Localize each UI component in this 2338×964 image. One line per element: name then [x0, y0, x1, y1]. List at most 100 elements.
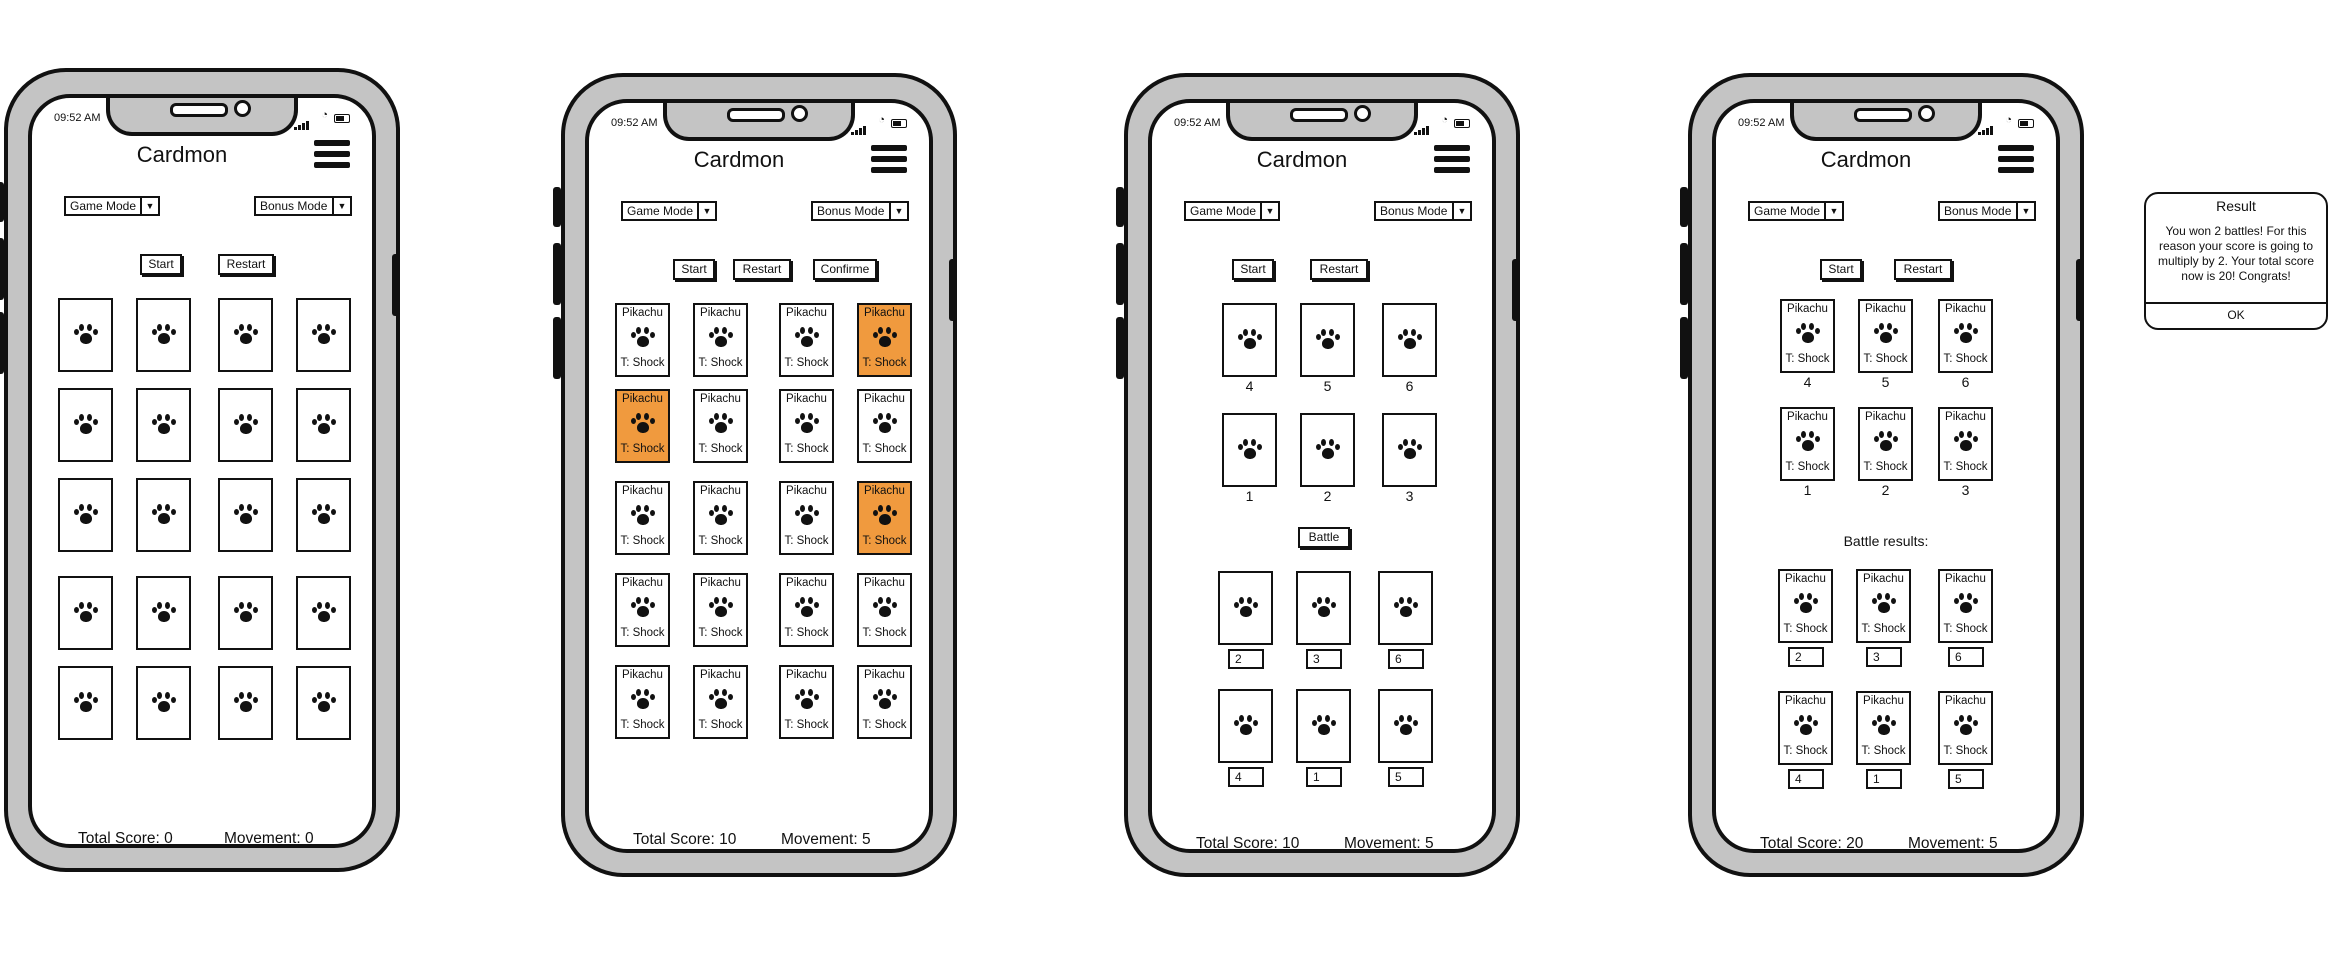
card[interactable]: [1378, 689, 1433, 763]
confirm-button[interactable]: Confirme: [813, 259, 877, 280]
card[interactable]: Pikachu T: Shock: [1778, 691, 1833, 765]
result-number-box[interactable]: 2: [1228, 649, 1264, 669]
card[interactable]: [1382, 303, 1437, 377]
card[interactable]: [1222, 303, 1277, 377]
card[interactable]: [58, 576, 113, 650]
card[interactable]: Pikachu T: Shock: [1938, 569, 1993, 643]
result-number-box[interactable]: 6: [1948, 647, 1984, 667]
card[interactable]: [1296, 571, 1351, 645]
game-mode-select[interactable]: Game Mode ▼: [1184, 201, 1280, 221]
card[interactable]: [218, 576, 273, 650]
card[interactable]: [1378, 571, 1433, 645]
card[interactable]: Pikachu T: Shock: [693, 481, 748, 555]
card[interactable]: [1222, 413, 1277, 487]
card[interactable]: Pikachu T: Shock: [693, 303, 748, 377]
card[interactable]: [296, 388, 351, 462]
restart-button[interactable]: Restart: [1310, 259, 1368, 280]
card[interactable]: [58, 388, 113, 462]
result-number-box[interactable]: 3: [1306, 649, 1342, 669]
card[interactable]: [1300, 303, 1355, 377]
card[interactable]: [58, 478, 113, 552]
card[interactable]: Pikachu T: Shock: [1780, 299, 1835, 373]
card[interactable]: Pikachu T: Shock: [693, 389, 748, 463]
start-button[interactable]: Start: [673, 259, 715, 280]
card[interactable]: [58, 666, 113, 740]
card[interactable]: [218, 666, 273, 740]
restart-button[interactable]: Restart: [733, 259, 791, 280]
card[interactable]: Pikachu T: Shock: [615, 573, 670, 647]
card[interactable]: Pikachu T: Shock: [1938, 407, 1993, 481]
card[interactable]: [296, 576, 351, 650]
card[interactable]: Pikachu T: Shock: [1780, 407, 1835, 481]
game-mode-select[interactable]: Game Mode ▼: [621, 201, 717, 221]
result-number-box[interactable]: 2: [1788, 647, 1824, 667]
card[interactable]: [1300, 413, 1355, 487]
result-number-box[interactable]: 3: [1866, 647, 1902, 667]
card[interactable]: Pikachu T: Shock: [1856, 691, 1911, 765]
card[interactable]: [136, 666, 191, 740]
paw-icon: [233, 414, 258, 436]
bonus-mode-select[interactable]: Bonus Mode ▼: [1938, 201, 2036, 221]
restart-button[interactable]: Restart: [1894, 259, 1952, 280]
card[interactable]: Pikachu T: Shock: [779, 303, 834, 377]
card[interactable]: [296, 478, 351, 552]
card[interactable]: Pikachu T: Shock: [693, 665, 748, 739]
card[interactable]: Pikachu T: Shock: [615, 481, 670, 555]
card[interactable]: Pikachu T: Shock: [1778, 569, 1833, 643]
card[interactable]: [1218, 689, 1273, 763]
card[interactable]: [218, 478, 273, 552]
card[interactable]: [218, 298, 273, 372]
card[interactable]: [1218, 571, 1273, 645]
card[interactable]: Pikachu T: Shock: [693, 573, 748, 647]
card[interactable]: [296, 666, 351, 740]
card[interactable]: Pikachu T: Shock: [1938, 299, 1993, 373]
card[interactable]: Pikachu T: Shock: [615, 303, 670, 377]
bonus-mode-select[interactable]: Bonus Mode ▼: [1374, 201, 1472, 221]
card[interactable]: [1382, 413, 1437, 487]
menu-icon[interactable]: [314, 140, 350, 173]
card[interactable]: Pikachu T: Shock: [857, 389, 912, 463]
card[interactable]: Pikachu T: Shock: [615, 665, 670, 739]
card[interactable]: [1296, 689, 1351, 763]
result-number-box[interactable]: 5: [1948, 769, 1984, 789]
game-mode-select[interactable]: Game Mode ▼: [64, 196, 160, 216]
card[interactable]: [136, 298, 191, 372]
bonus-mode-select[interactable]: Bonus Mode ▼: [254, 196, 352, 216]
menu-icon[interactable]: [871, 145, 907, 178]
card[interactable]: Pikachu T: Shock: [857, 665, 912, 739]
card[interactable]: Pikachu T: Shock: [857, 573, 912, 647]
card[interactable]: [136, 576, 191, 650]
card[interactable]: Pikachu T: Shock: [1858, 299, 1913, 373]
result-number-box[interactable]: 1: [1866, 769, 1902, 789]
card[interactable]: [58, 298, 113, 372]
result-number-box[interactable]: 6: [1388, 649, 1424, 669]
card[interactable]: Pikachu T: Shock: [1938, 691, 1993, 765]
battle-button[interactable]: Battle: [1298, 527, 1350, 548]
card[interactable]: [296, 298, 351, 372]
card[interactable]: Pikachu T: Shock: [779, 389, 834, 463]
card[interactable]: Pikachu T: Shock: [779, 573, 834, 647]
card[interactable]: [136, 478, 191, 552]
card[interactable]: Pikachu T: Shock: [1858, 407, 1913, 481]
restart-button[interactable]: Restart: [218, 254, 274, 275]
start-button[interactable]: Start: [1232, 259, 1274, 280]
menu-icon[interactable]: [1998, 145, 2034, 178]
card-selected[interactable]: Pikachu T: Shock: [615, 389, 670, 463]
result-number-box[interactable]: 1: [1306, 767, 1342, 787]
card-selected[interactable]: Pikachu T: Shock: [857, 481, 912, 555]
bonus-mode-select[interactable]: Bonus Mode ▼: [811, 201, 909, 221]
ok-button[interactable]: OK: [2146, 302, 2326, 328]
card-selected[interactable]: Pikachu T: Shock: [857, 303, 912, 377]
result-number-box[interactable]: 4: [1788, 769, 1824, 789]
card[interactable]: [218, 388, 273, 462]
card[interactable]: Pikachu T: Shock: [779, 665, 834, 739]
start-button[interactable]: Start: [1820, 259, 1862, 280]
menu-icon[interactable]: [1434, 145, 1470, 178]
card[interactable]: Pikachu T: Shock: [1856, 569, 1911, 643]
game-mode-select[interactable]: Game Mode ▼: [1748, 201, 1844, 221]
card[interactable]: [136, 388, 191, 462]
result-number-box[interactable]: 5: [1388, 767, 1424, 787]
result-number-box[interactable]: 4: [1228, 767, 1264, 787]
start-button[interactable]: Start: [140, 254, 182, 275]
card[interactable]: Pikachu T: Shock: [779, 481, 834, 555]
